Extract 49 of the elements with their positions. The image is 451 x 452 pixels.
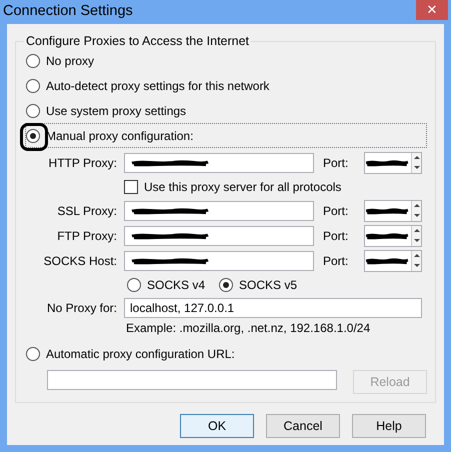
spin-up-icon[interactable] [412, 226, 421, 236]
checkbox[interactable] [124, 180, 138, 194]
spin-up-icon[interactable] [412, 153, 421, 163]
option-label: SOCKS v5 [239, 278, 298, 292]
radio-button[interactable] [26, 346, 40, 360]
option-label: No proxy [46, 54, 94, 68]
option-label: Automatic proxy configuration URL: [46, 346, 235, 360]
field-label: Port: [322, 156, 350, 170]
field-label: Port: [322, 254, 350, 268]
field-label: FTP Proxy: [56, 229, 117, 243]
option-label: Use system proxy settings [46, 104, 186, 118]
radio-button[interactable] [127, 278, 141, 292]
field-label: Port: [322, 204, 350, 218]
dialog-button[interactable]: Cancel [266, 414, 340, 438]
port-spinner[interactable] [364, 225, 422, 247]
port-spinner[interactable] [364, 200, 422, 222]
port-spinner[interactable] [364, 152, 422, 174]
input-field[interactable] [124, 226, 314, 246]
input-field[interactable] [124, 251, 314, 271]
radio-button[interactable] [26, 128, 40, 142]
field-label: HTTP Proxy: [48, 156, 117, 170]
spin-down-icon[interactable] [412, 211, 421, 221]
checkbox-label: Use this proxy server for all protocols [144, 180, 342, 194]
spin-up-icon[interactable] [412, 201, 421, 211]
dialog-button[interactable]: Help [352, 414, 426, 438]
radio-button[interactable] [219, 278, 234, 292]
spin-up-icon[interactable] [412, 251, 421, 261]
field-label: No Proxy for: [46, 301, 117, 315]
option-label: Auto-detect proxy settings for this network [46, 78, 270, 92]
group-title: Configure Proxies to Access the Internet [25, 34, 250, 48]
radio-button[interactable] [26, 78, 40, 92]
field-label: SSL Proxy: [56, 204, 117, 218]
dialog-button[interactable]: OK [180, 414, 254, 438]
field-label: Port: [322, 229, 350, 243]
radio-button[interactable] [26, 54, 40, 68]
port-spinner[interactable] [364, 250, 422, 272]
window-title: Connection Settings [2, 2, 133, 19]
close-button[interactable]: ✕ [416, 0, 448, 20]
hint-text: Example: .mozilla.org, .net.nz, 192.168.1.0/24 [125, 321, 372, 337]
radio-button[interactable] [26, 104, 40, 118]
field-label: SOCKS Host: [42, 254, 117, 268]
input-field[interactable] [124, 201, 314, 221]
spin-down-icon[interactable] [412, 163, 421, 173]
input-field[interactable] [47, 370, 337, 390]
input-field[interactable]: localhost, 127.0.0.1 [124, 298, 422, 318]
option-label: SOCKS v4 [147, 278, 206, 292]
spin-down-icon[interactable] [412, 236, 421, 246]
input-field[interactable] [124, 153, 314, 173]
spin-down-icon[interactable] [412, 261, 421, 271]
